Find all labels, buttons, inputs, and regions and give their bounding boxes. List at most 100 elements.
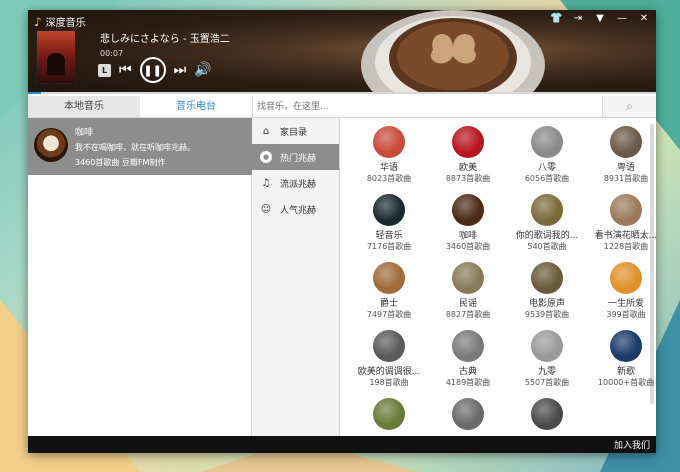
coffee-cup-art bbox=[361, 10, 545, 94]
channel-tile[interactable]: 爵士 7497首歌曲 bbox=[350, 262, 428, 320]
channel-cover bbox=[531, 126, 563, 158]
channel-name: 欧美的调调很... bbox=[357, 367, 421, 377]
channel-song-count: 5507首歌曲 bbox=[524, 378, 570, 387]
channel-song-count: 7497首歌曲 bbox=[366, 310, 412, 319]
channel-tile[interactable] bbox=[429, 398, 507, 432]
minimize-icon[interactable]: — bbox=[616, 13, 628, 24]
search-button[interactable]: ⌕ bbox=[602, 96, 656, 117]
channel-tile[interactable]: 欧美的调调很... 198首歌曲 bbox=[350, 330, 428, 388]
channel-cover bbox=[610, 262, 642, 294]
channel-tile[interactable]: 咖啡 3460首歌曲 bbox=[429, 194, 507, 252]
search-icon: ⌕ bbox=[626, 99, 633, 113]
channel-name: 新歌 bbox=[616, 367, 635, 377]
channel-tile[interactable]: 华语 8023首歌曲 bbox=[350, 126, 428, 184]
channel-tile[interactable]: 你的歌词我的... 540首歌曲 bbox=[508, 194, 586, 252]
channel-tile[interactable]: 粤语 8931首歌曲 bbox=[587, 126, 656, 184]
channel-song-count: 8931首歌曲 bbox=[603, 174, 649, 183]
category-popular[interactable]: ☺ 人气兆赫 bbox=[252, 196, 339, 222]
channel-cover bbox=[452, 194, 484, 226]
channel-cover bbox=[373, 126, 405, 158]
channel-tile[interactable]: 欧美 8873首歌曲 bbox=[429, 126, 507, 184]
channel-name: 民谣 bbox=[458, 299, 477, 309]
channel-tile[interactable]: 一生所爱 399首歌曲 bbox=[587, 262, 656, 320]
channel-name: 咖啡 bbox=[458, 231, 477, 241]
channel-tile[interactable]: 九零 5507首歌曲 bbox=[508, 330, 586, 388]
tab-local-music[interactable]: 本地音乐 bbox=[28, 96, 140, 117]
channel-cover bbox=[452, 330, 484, 362]
category-home[interactable]: ⌂ 家目录 bbox=[252, 118, 339, 144]
channel-tile[interactable] bbox=[350, 398, 428, 432]
channel-cover bbox=[452, 262, 484, 294]
channel-song-count: 9539首歌曲 bbox=[524, 310, 570, 319]
channel-song-count: 4189首歌曲 bbox=[445, 378, 491, 387]
next-icon[interactable]: ⏭ bbox=[174, 63, 187, 77]
channel-song-count: 8827首歌曲 bbox=[445, 310, 491, 319]
channel-cover bbox=[452, 398, 484, 430]
channel-name: 咖啡 bbox=[75, 128, 94, 138]
channel-cover bbox=[373, 194, 405, 226]
channel-song-count: 6056首歌曲 bbox=[524, 174, 570, 183]
channel-song-count: 1228首歌曲 bbox=[603, 242, 649, 251]
channel-song-count: 8873首歌曲 bbox=[445, 174, 491, 183]
skin-icon[interactable]: 👕 bbox=[550, 13, 562, 24]
channel-tile[interactable]: 古典 4189首歌曲 bbox=[429, 330, 507, 388]
tab-music-radio[interactable]: 音乐电台 bbox=[140, 96, 252, 117]
playlist-panel: 咖啡 我不在喝咖啡，就在听咖啡兆赫。 3460首歌曲 豆瓣FM制作 bbox=[28, 118, 252, 436]
lyrics-button[interactable]: L bbox=[98, 63, 111, 77]
channel-name: 一生所爱 bbox=[607, 299, 644, 309]
channel-tile[interactable]: 电影原声 9539首歌曲 bbox=[508, 262, 586, 320]
previous-icon[interactable]: ⏮ bbox=[119, 63, 132, 77]
channel-cover bbox=[531, 194, 563, 226]
join-us-link[interactable]: 加入我们 bbox=[614, 438, 650, 451]
channel-name: 九零 bbox=[537, 367, 556, 377]
channel-cover bbox=[373, 330, 405, 362]
channel-name: 你的歌词我的... bbox=[515, 231, 579, 241]
music-note-icon: ♪ bbox=[34, 14, 42, 29]
search-bar: ⌕ bbox=[252, 96, 656, 118]
channel-tile[interactable]: 新歌 10000+首歌曲 bbox=[587, 330, 656, 388]
channel-song-count: 540首歌曲 bbox=[527, 242, 567, 251]
channel-tile[interactable]: 轻音乐 7176首歌曲 bbox=[350, 194, 428, 252]
channel-name: 电影原声 bbox=[528, 299, 565, 309]
channel-cover bbox=[610, 126, 642, 158]
channel-name: 欧美 bbox=[458, 163, 477, 173]
channel-name: 粤语 bbox=[616, 163, 635, 173]
channel-cover bbox=[531, 330, 563, 362]
channel-name: 轻音乐 bbox=[375, 231, 403, 241]
smile-icon: ☺ bbox=[260, 203, 272, 215]
pause-button[interactable]: ❚❚ bbox=[139, 57, 166, 83]
menu-icon[interactable]: ▼ bbox=[594, 13, 606, 24]
current-channel-card[interactable]: 咖啡 我不在喝咖啡，就在听咖啡兆赫。 3460首歌曲 豆瓣FM制作 bbox=[28, 118, 252, 175]
channel-name: 看书演花晒太... bbox=[594, 231, 656, 241]
app-title: ♪ 深度音乐 bbox=[34, 14, 86, 30]
channel-tile[interactable] bbox=[508, 398, 586, 432]
close-icon[interactable]: ✕ bbox=[638, 13, 650, 24]
music-note-icon: ♫ bbox=[261, 177, 271, 189]
window-controls: 👕 ⇥ ▼ — ✕ bbox=[550, 13, 650, 24]
search-input[interactable] bbox=[257, 99, 597, 115]
channel-song-count: 3460首歌曲 豆瓣FM制作 bbox=[75, 158, 166, 167]
category-genre[interactable]: ♫ 流派兆赫 bbox=[252, 170, 339, 196]
pause-icon: ❚❚ bbox=[143, 63, 162, 77]
source-tabs: 本地音乐 音乐电台 bbox=[28, 96, 252, 118]
channel-song-count: 7176首歌曲 bbox=[366, 242, 412, 251]
channel-thumbnail bbox=[34, 128, 68, 162]
hot-icon: ● bbox=[260, 151, 272, 163]
album-cover[interactable] bbox=[36, 30, 76, 84]
progress-fill bbox=[28, 92, 41, 94]
channel-tile[interactable]: 八零 6056首歌曲 bbox=[508, 126, 586, 184]
channel-cover bbox=[610, 194, 642, 226]
channel-description: 我不在喝咖啡，就在听咖啡兆赫。 bbox=[75, 143, 195, 152]
channel-cover bbox=[373, 262, 405, 294]
channel-tile[interactable]: 看书演花晒太... 1228首歌曲 bbox=[587, 194, 656, 252]
mini-mode-icon[interactable]: ⇥ bbox=[572, 13, 584, 24]
home-icon: ⌂ bbox=[262, 125, 270, 137]
channel-cover bbox=[373, 398, 405, 430]
category-label: 热门兆赫 bbox=[280, 153, 317, 164]
volume-icon[interactable]: 🔊 bbox=[194, 63, 211, 77]
progress-bar[interactable] bbox=[28, 92, 656, 94]
player-header: ♪ 深度音乐 👕 ⇥ ▼ — ✕ 悲しみにさよなら - 玉置浩二 00:07 L… bbox=[28, 10, 656, 94]
channel-tile[interactable]: 民谣 8827首歌曲 bbox=[429, 262, 507, 320]
category-hot[interactable]: ● 热门兆赫 bbox=[252, 144, 339, 170]
channel-cover bbox=[610, 330, 642, 362]
